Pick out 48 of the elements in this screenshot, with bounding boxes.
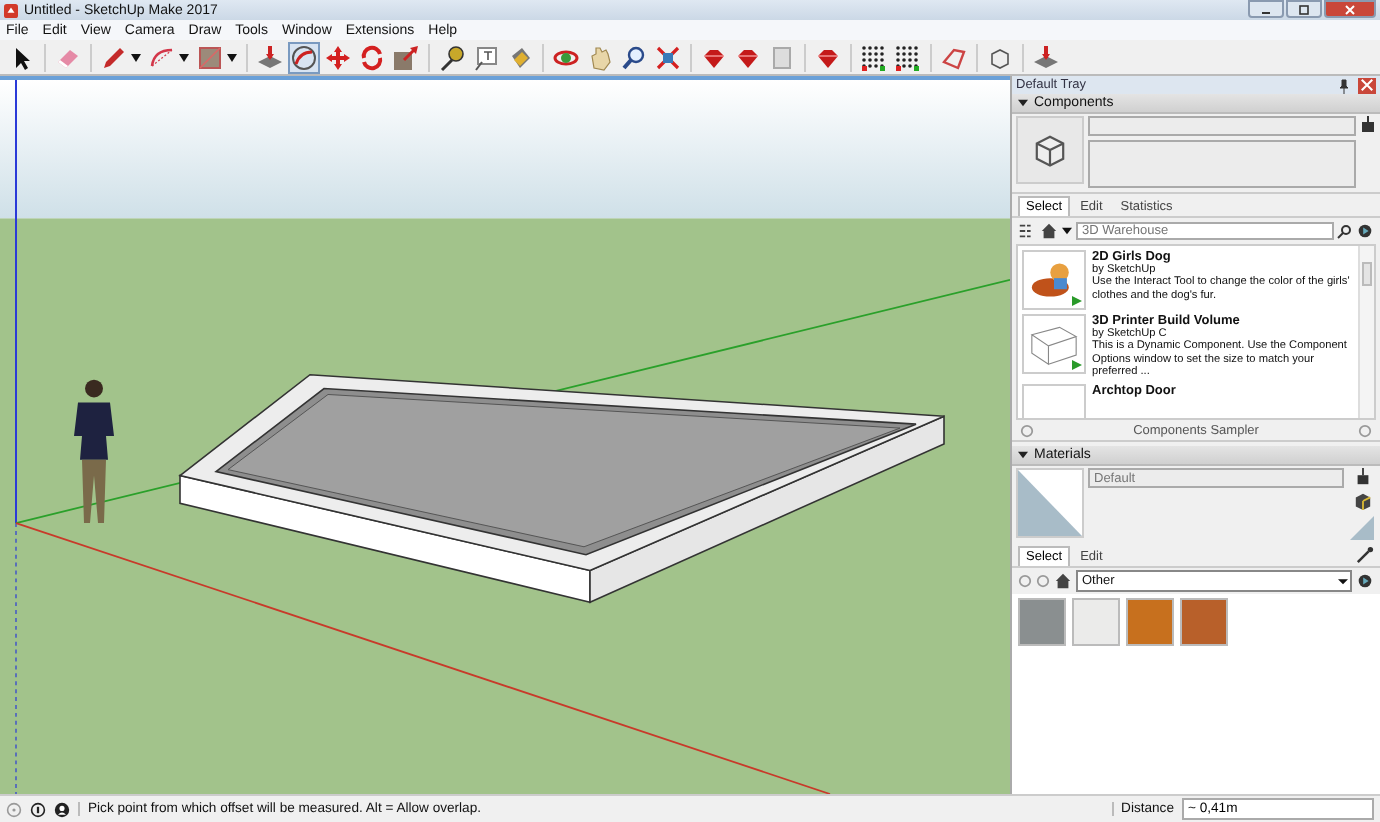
info-icon[interactable] <box>30 801 46 817</box>
name-field[interactable] <box>1088 116 1356 136</box>
caret-icon[interactable] <box>1062 222 1072 240</box>
dot-grid-icon[interactable] <box>894 43 922 71</box>
material-swatch[interactable] <box>1180 598 1228 646</box>
push-pull-icon[interactable] <box>256 43 284 71</box>
material-preview <box>1016 468 1084 538</box>
scrollbar[interactable] <box>1358 246 1374 418</box>
play-icon <box>1072 296 1082 306</box>
3d-viewport[interactable] <box>0 76 1010 794</box>
move-icon[interactable] <box>324 43 352 71</box>
export-icon[interactable] <box>1360 116 1376 132</box>
cube-icon[interactable] <box>1353 492 1371 510</box>
rotate-icon[interactable] <box>358 43 386 71</box>
polygon-icon[interactable] <box>940 43 968 71</box>
expanded-triangle-icon[interactable] <box>1018 98 1028 108</box>
play-icon <box>1072 360 1082 370</box>
eyedropper-icon[interactable] <box>1356 546 1374 564</box>
home-icon[interactable] <box>1054 572 1072 590</box>
pin-icon[interactable] <box>1336 77 1352 93</box>
export-icon[interactable] <box>1353 468 1371 486</box>
minimize-button[interactable] <box>1248 0 1284 18</box>
rectangle-icon[interactable] <box>196 43 224 71</box>
zoom-icon[interactable] <box>620 43 648 71</box>
description-field[interactable] <box>1088 140 1356 188</box>
tape-measure-icon[interactable] <box>438 43 466 71</box>
push-pull-icon[interactable] <box>1032 43 1060 71</box>
text-label-icon[interactable] <box>472 43 500 71</box>
material-swatch[interactable] <box>1126 598 1174 646</box>
close-icon <box>1340 3 1360 15</box>
paint-bucket-icon[interactable] <box>506 43 534 71</box>
close-button[interactable] <box>1324 0 1376 18</box>
dot-grid-icon[interactable] <box>860 43 888 71</box>
material-swatch[interactable] <box>1018 598 1066 646</box>
home-icon[interactable] <box>1040 222 1058 240</box>
user-icon[interactable] <box>54 801 70 817</box>
close-tray-button[interactable] <box>1358 77 1376 93</box>
arc-icon[interactable] <box>148 43 176 71</box>
triangle-swatch-icon[interactable] <box>1350 516 1374 540</box>
zoom-extents-icon[interactable] <box>654 43 682 71</box>
view-options-icon[interactable] <box>1018 222 1036 240</box>
maximize-button[interactable] <box>1286 0 1322 18</box>
material-swatch[interactable] <box>1072 598 1120 646</box>
offset-icon[interactable] <box>290 43 318 71</box>
maximize-icon <box>1294 3 1314 15</box>
scale-icon[interactable] <box>392 43 420 71</box>
expanded-triangle-icon[interactable] <box>1018 450 1028 460</box>
search-icon[interactable] <box>1336 223 1352 239</box>
